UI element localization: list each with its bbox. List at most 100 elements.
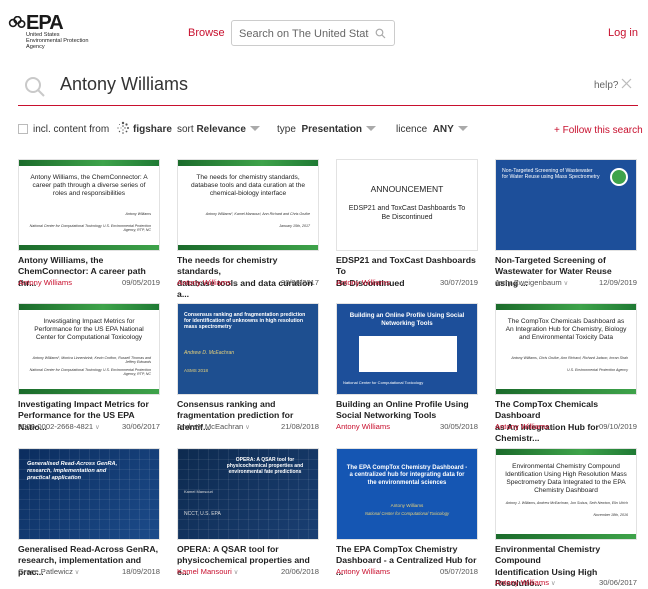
chevron-down-icon[interactable]: ∨ <box>231 280 238 287</box>
result-thumbnail[interactable]: Non-Targeted Screening of Wastewater for… <box>495 159 637 251</box>
result-thumbnail[interactable]: The EPA CompTox Chemistry Dashboard - a … <box>336 448 478 540</box>
chevron-down-icon[interactable]: ∨ <box>232 569 239 576</box>
chevron-down-icon[interactable]: ∨ <box>93 424 100 431</box>
result-author-link[interactable]: Grace Patlewicz <box>18 567 73 576</box>
slide-band <box>496 449 636 455</box>
result-card[interactable]: The needs for chemistry standards, datab… <box>177 159 319 299</box>
slide-title: Antony Williams, the ChemConnector: A ca… <box>30 174 148 197</box>
help-link[interactable]: help? <box>594 80 618 91</box>
result-card[interactable]: ANNOUNCEMENT EDSP21 and ToxCast Dashboard… <box>336 159 478 289</box>
result-date: 30/06/2017 <box>121 422 160 432</box>
result-title-line: Social Networking Tools <box>336 410 437 421</box>
header-search-input[interactable] <box>239 25 369 42</box>
chevron-down-icon[interactable]: ∨ <box>562 280 568 287</box>
result-date: 30/07/2019 <box>439 278 478 288</box>
slide-band <box>496 534 636 539</box>
result-title-line: The CompTox Chemicals Dashboard <box>495 399 599 421</box>
result-thumbnail[interactable]: Generalised Read-Across GenRA, research,… <box>18 448 160 540</box>
result-author-link[interactable]: 0000-0002-2668-4821 <box>18 422 93 431</box>
result-card[interactable]: Antony Williams, the ChemConnector: A ca… <box>18 159 160 289</box>
result-date: 12/09/2019 <box>598 278 637 288</box>
licence-dropdown[interactable]: licence ANY <box>396 124 468 135</box>
chevron-down-icon[interactable]: ∨ <box>73 569 80 576</box>
result-meta: Antony Williams 30/05/2018 <box>336 422 478 431</box>
result-author-link[interactable]: Antony Williams <box>177 278 231 287</box>
result-thumbnail[interactable]: OPERA: A QSAR tool for physicochemical p… <box>177 448 319 540</box>
slide-title: Generalised Read-Across GenRA, research,… <box>27 461 118 481</box>
result-card[interactable]: Environmental Chemistry Compound Identif… <box>495 448 637 588</box>
sort-value: Relevance <box>196 124 246 135</box>
agency-line: Agency <box>26 44 45 50</box>
result-author-link[interactable]: Antony Williams <box>336 567 390 576</box>
result-title-line: EDSP21 and ToxCast Dashboards To <box>336 255 476 277</box>
slide-note: National Center for Computational Toxico… <box>29 224 151 233</box>
slide-subtitle: EDSP21 and ToxCast Dashboards To Be Disc… <box>348 205 466 221</box>
search-query-text[interactable]: Antony Williams <box>60 74 188 95</box>
sort-dropdown[interactable]: sort Relevance <box>177 124 260 135</box>
result-title-line: Generalised Read-Across GenRA, <box>18 544 159 554</box>
result-author-link[interactable]: Antony Williams <box>336 278 390 287</box>
slide-authors: Andrew D. McEachran <box>184 350 235 356</box>
slide-authors: Antony Williams <box>125 212 151 216</box>
result-thumbnail[interactable]: Environmental Chemistry Compound Identif… <box>495 448 637 540</box>
search-icon[interactable] <box>375 28 386 39</box>
chevron-down-icon[interactable]: ∨ <box>243 424 250 431</box>
slide-note: National Center for Computational Toxico… <box>364 511 450 516</box>
result-card[interactable]: The EPA CompTox Chemistry Dashboard - a … <box>336 448 478 578</box>
result-card[interactable]: The CompTox Chemicals Dashboard as An In… <box>495 303 637 443</box>
result-date: 09/05/2019 <box>121 278 160 288</box>
result-date: 30/06/2017 <box>280 278 319 288</box>
result-date: 20/06/2018 <box>280 567 319 577</box>
result-thumbnail[interactable]: The needs for chemistry standards, datab… <box>177 159 319 251</box>
result-author-link[interactable]: Antony Williams <box>495 578 549 587</box>
type-dropdown[interactable]: type Presentation <box>277 124 377 135</box>
search-icon <box>25 77 45 97</box>
browse-link[interactable]: Browse <box>188 27 225 39</box>
result-thumbnail[interactable]: ANNOUNCEMENT EDSP21 and ToxCast Dashboard… <box>336 159 478 251</box>
result-author-link[interactable]: Jerry Zweigenbaum <box>495 278 562 287</box>
result-title-line: Non-Targeted Screening of <box>495 255 606 265</box>
header-search[interactable] <box>231 20 395 46</box>
slide-title: OPERA: A QSAR tool for physicochemical p… <box>226 457 304 475</box>
result-title-line: OPERA: A QSAR tool for <box>177 544 279 554</box>
follow-search-button[interactable]: + Follow this search <box>554 125 643 136</box>
result-thumbnail[interactable]: Building an Online Profile Using Social … <box>336 303 478 395</box>
figshare-icon <box>117 121 129 134</box>
result-thumbnail[interactable]: Consensus ranking and fragmentation pred… <box>177 303 319 395</box>
result-author-link[interactable]: Antony Williams <box>336 422 390 431</box>
slide-note: National Center for Computational Toxico… <box>29 368 151 377</box>
result-thumbnail[interactable]: Antony Williams, the ChemConnector: A ca… <box>18 159 160 251</box>
slide-authors: Antony Williams <box>390 503 424 508</box>
result-author-link[interactable]: Antony Williams <box>18 278 72 287</box>
slide-title: Building an Online Profile Using Social … <box>349 312 465 327</box>
slide-title: The CompTox Chemicals Dashboard as An In… <box>505 318 627 341</box>
slide-band <box>19 389 159 394</box>
close-icon[interactable] <box>621 78 632 89</box>
result-card[interactable]: OPERA: A QSAR tool for physicochemical p… <box>177 448 319 578</box>
chevron-down-icon[interactable]: ∨ <box>549 424 556 431</box>
slide-title: Environmental Chemistry Compound Identif… <box>505 463 627 494</box>
epa-logo[interactable]: EPA United States Environmental Protecti… <box>8 12 98 52</box>
include-figshare-checkbox[interactable] <box>18 124 28 134</box>
result-author-link[interactable]: Kamel Mansouri <box>177 567 232 576</box>
result-meta: Antony Williams 05/07/2018 <box>336 567 478 576</box>
result-card[interactable]: Generalised Read-Across GenRA, research,… <box>18 448 160 578</box>
result-thumbnail[interactable]: The CompTox Chemicals Dashboard as An In… <box>495 303 637 395</box>
result-author-link[interactable]: Andrew McEachran <box>177 422 243 431</box>
result-card[interactable]: Building an Online Profile Using Social … <box>336 303 478 433</box>
result-title-line: The EPA CompTox Chemistry <box>336 544 458 554</box>
licence-value: ANY <box>432 124 454 135</box>
result-card[interactable]: Consensus ranking and fragmentation pred… <box>177 303 319 433</box>
result-title[interactable]: Building an Online Profile Using Social N… <box>336 399 478 422</box>
chevron-down-icon <box>457 126 468 131</box>
top-bar: EPA United States Environmental Protecti… <box>0 0 648 62</box>
result-author-link[interactable]: Antony Williams <box>495 422 549 431</box>
slide-authors: Kamel Mansouri <box>184 489 213 494</box>
result-thumbnail[interactable]: Investigating Impact Metrics for Perform… <box>18 303 160 395</box>
login-link[interactable]: Log in <box>608 27 638 39</box>
result-card[interactable]: Non-Targeted Screening of Wastewater for… <box>495 159 637 289</box>
result-card[interactable]: Investigating Impact Metrics for Perform… <box>18 303 160 433</box>
chevron-down-icon[interactable]: ∨ <box>549 580 556 587</box>
slide-note: U.S. Environmental Protection Agency <box>567 368 628 372</box>
result-meta: Andrew McEachran ∨ 21/08/2018 <box>177 422 319 432</box>
